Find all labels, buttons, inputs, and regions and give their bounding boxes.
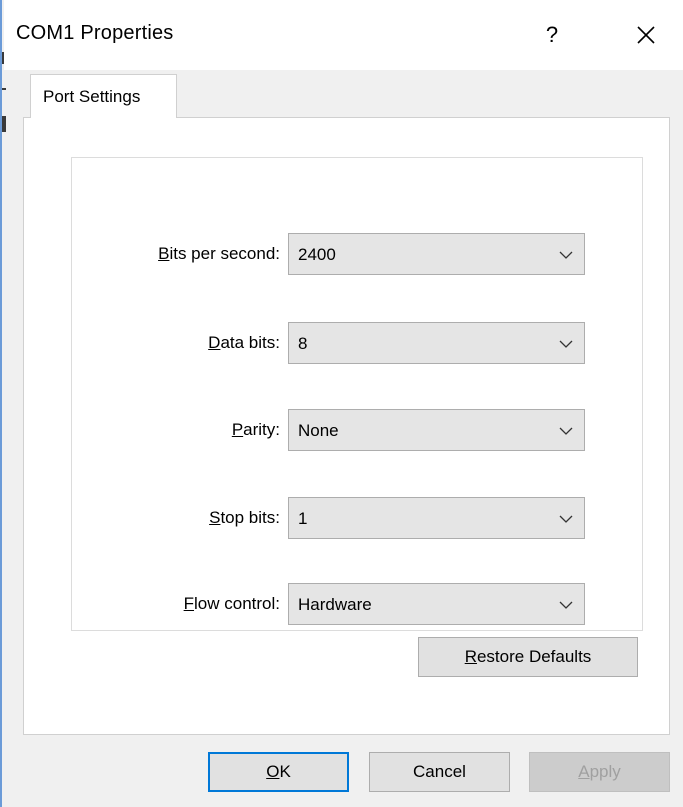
cancel-label: Cancel (413, 762, 466, 781)
chevron-down-icon (559, 601, 573, 609)
data-bits-value: 8 (298, 334, 308, 353)
chevron-down-icon (559, 515, 573, 523)
flow-control-row: Flow control: Hardware (72, 583, 644, 625)
bits-per-second-value: 2400 (298, 245, 336, 264)
properties-dialog: COM1 Properties ? Port Settings Bits per… (0, 0, 683, 807)
tab-label: Port Settings (43, 87, 141, 106)
restore-defaults-label: Restore Defaults (464, 647, 592, 666)
ok-label: OK (266, 762, 291, 781)
data-bits-label: Data bits: (208, 333, 280, 352)
help-button[interactable]: ? (524, 14, 580, 56)
data-bits-row: Data bits: 8 (72, 322, 644, 364)
flow-control-value: Hardware (298, 595, 372, 614)
apply-label: Apply (578, 762, 621, 781)
tab-panel: Bits per second: 2400 Data bits: 8 Parit… (23, 117, 670, 735)
apply-button[interactable]: Apply (529, 752, 670, 792)
stop-bits-select[interactable]: 1 (288, 497, 585, 539)
chevron-down-icon (559, 427, 573, 435)
parity-label: Parity: (231, 420, 280, 439)
bits-per-second-select[interactable]: 2400 (288, 233, 585, 275)
chevron-down-icon (559, 251, 573, 259)
help-icon: ? (545, 22, 559, 47)
background-window-edge (2, 116, 6, 132)
stop-bits-value: 1 (298, 509, 308, 528)
title-bar: COM1 Properties ? (4, 0, 683, 70)
ok-button[interactable]: OK (208, 752, 349, 792)
window-title: COM1 Properties (16, 22, 174, 44)
background-window-edge (2, 88, 6, 90)
restore-defaults-button[interactable]: Restore Defaults (418, 637, 638, 677)
parity-value: None (298, 421, 339, 440)
cancel-button[interactable]: Cancel (369, 752, 510, 792)
tab-port-settings[interactable]: Port Settings (30, 74, 177, 118)
flow-control-label: Flow control: (183, 594, 280, 613)
stop-bits-row: Stop bits: 1 (72, 497, 644, 539)
data-bits-select[interactable]: 8 (288, 322, 585, 364)
stop-bits-label: Stop bits: (209, 508, 280, 527)
bits-per-second-row: Bits per second: 2400 (72, 233, 644, 275)
parity-row: Parity: None (72, 409, 644, 451)
parity-select[interactable]: None (288, 409, 585, 451)
bits-per-second-label: Bits per second: (158, 244, 280, 263)
chevron-down-icon (559, 340, 573, 348)
close-icon (637, 26, 655, 44)
flow-control-select[interactable]: Hardware (288, 583, 585, 625)
port-settings-group: Bits per second: 2400 Data bits: 8 Parit… (71, 157, 643, 631)
close-button[interactable] (616, 14, 676, 56)
